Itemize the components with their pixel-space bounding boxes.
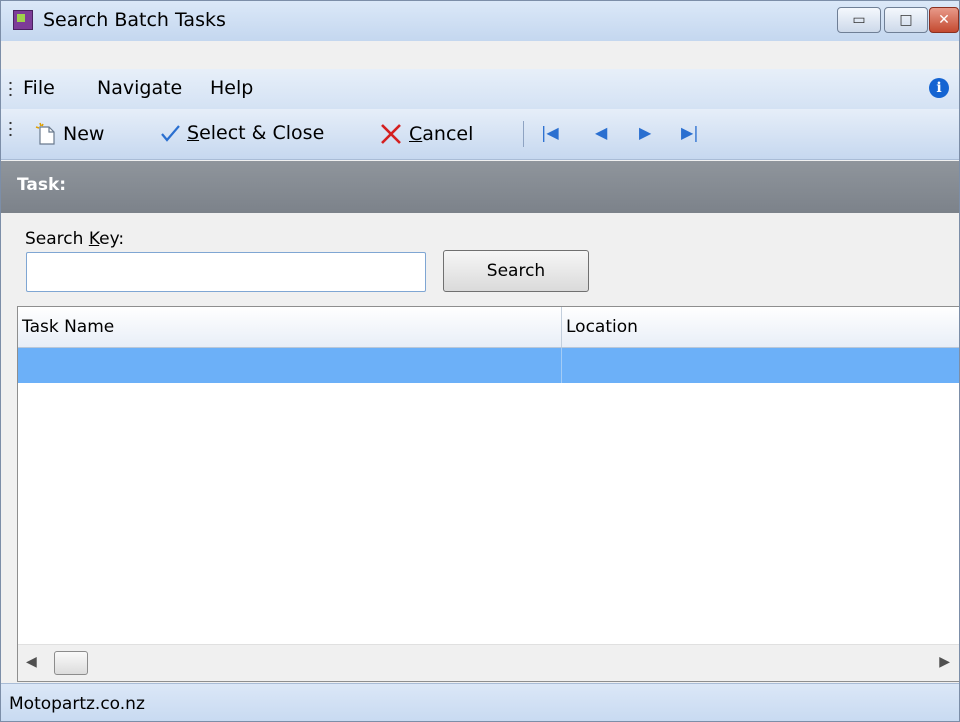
search-key-label: Search Key:: [25, 229, 125, 249]
cancel-label: Cancel: [409, 123, 474, 145]
minimize-button[interactable]: ▭: [837, 7, 881, 33]
status-text: Motopartz.co.nz: [9, 694, 145, 714]
section-title: Task:: [17, 175, 67, 195]
search-batch-tasks-window: Search Batch Tasks ▭ □ ✕ File Navigate H…: [0, 0, 960, 722]
toolbar: New Select & Close Cancel |◀ ◀ ▶ ▶|: [1, 109, 959, 160]
menu-help[interactable]: Help: [210, 77, 253, 99]
window-title: Search Batch Tasks: [43, 9, 226, 31]
first-record-icon[interactable]: |◀: [541, 123, 559, 142]
title-bar[interactable]: Search Batch Tasks ▭ □ ✕: [1, 1, 959, 41]
new-label: New: [63, 123, 105, 145]
cancel-x-icon: [381, 124, 401, 144]
new-button[interactable]: New: [35, 122, 104, 146]
minimize-icon: ▭: [852, 12, 866, 28]
grid-header: Task Name Location: [18, 307, 959, 348]
close-button[interactable]: ✕: [929, 7, 959, 33]
toolbar-grip-icon[interactable]: [9, 120, 12, 138]
last-record-icon[interactable]: ▶|: [681, 123, 699, 142]
select-close-button[interactable]: Select & Close: [159, 122, 324, 144]
next-record-icon[interactable]: ▶: [639, 123, 651, 142]
menu-file[interactable]: File: [23, 77, 55, 99]
menubar-grip-icon[interactable]: [9, 80, 12, 98]
column-divider[interactable]: [561, 307, 562, 347]
menu-bar: File Navigate Help i: [1, 69, 959, 109]
maximize-icon: □: [899, 12, 913, 28]
table-row-selected[interactable]: [18, 348, 959, 383]
task-grid: Task Name Location ◀ ▶: [17, 306, 959, 682]
cancel-button[interactable]: Cancel: [379, 122, 473, 146]
menu-navigate[interactable]: Navigate: [97, 77, 182, 99]
close-icon: ✕: [938, 12, 950, 28]
maximize-button[interactable]: □: [884, 7, 928, 33]
new-document-icon: [35, 122, 55, 145]
column-header-task-name[interactable]: Task Name: [22, 317, 114, 337]
status-bar: Motopartz.co.nz: [1, 683, 959, 721]
column-header-location[interactable]: Location: [566, 317, 638, 337]
checkmark-icon: [161, 125, 180, 142]
scroll-left-icon[interactable]: ◀: [26, 654, 37, 670]
app-icon: [13, 10, 33, 30]
scrollbar-thumb[interactable]: [54, 651, 88, 675]
previous-record-icon[interactable]: ◀: [595, 123, 607, 142]
horizontal-scrollbar[interactable]: ◀ ▶: [18, 644, 959, 681]
select-close-label: Select & Close: [187, 122, 325, 144]
row-divider: [561, 348, 562, 383]
info-icon[interactable]: i: [929, 78, 949, 98]
search-key-input[interactable]: [26, 252, 426, 292]
search-button[interactable]: Search: [443, 250, 589, 292]
task-section-header: Task:: [1, 161, 959, 213]
scroll-right-icon[interactable]: ▶: [939, 654, 950, 670]
toolbar-separator: [523, 121, 524, 147]
